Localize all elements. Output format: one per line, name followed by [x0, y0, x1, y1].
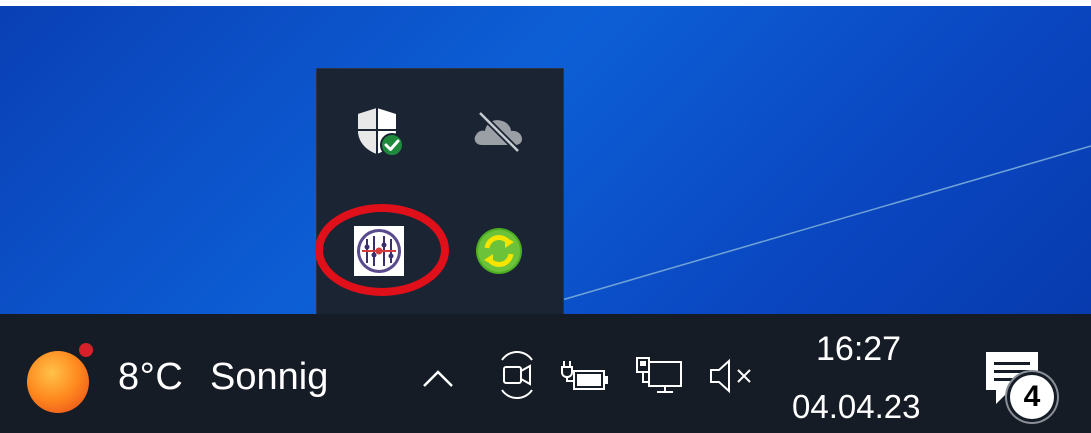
clock-date[interactable]: 04.04.23: [792, 388, 920, 426]
meet-now-icon[interactable]: [494, 350, 540, 400]
network-ethernet-icon[interactable]: [632, 354, 686, 398]
chevron-up-icon[interactable]: [418, 358, 458, 398]
power-plug-battery-icon[interactable]: [560, 356, 610, 396]
highlight-circle: [315, 204, 449, 296]
windows-security-shield-icon[interactable]: [349, 101, 409, 161]
weather-condition[interactable]: Sonnig: [210, 356, 328, 399]
clock-time[interactable]: 16:27: [816, 330, 901, 369]
weather-temperature[interactable]: 8°C: [118, 356, 183, 399]
weather-sun-icon[interactable]: [22, 338, 102, 418]
top-strip: [0, 0, 1091, 6]
notification-count-badge[interactable]: 4: [1010, 375, 1054, 419]
green-sync-icon[interactable]: [469, 221, 529, 281]
volume-muted-icon[interactable]: [706, 356, 758, 396]
onedrive-disconnected-icon[interactable]: [469, 101, 529, 161]
